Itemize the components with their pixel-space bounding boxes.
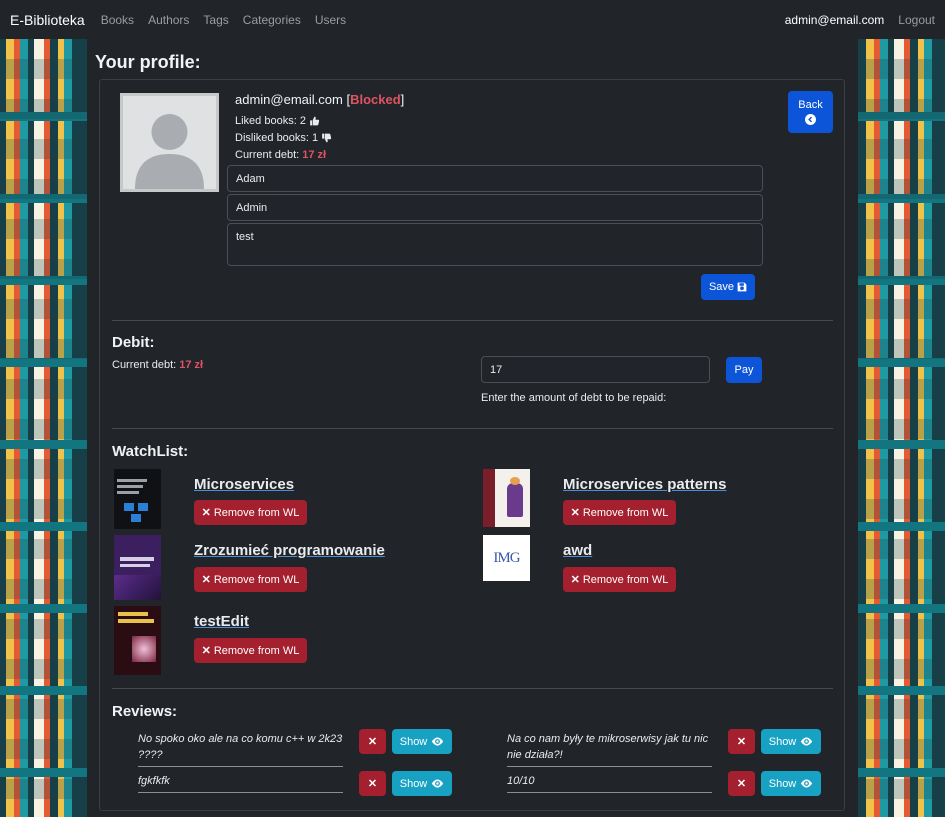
nav-tags[interactable]: Tags bbox=[203, 13, 228, 27]
floppy-disk-icon bbox=[737, 282, 747, 292]
thumbs-up-icon bbox=[310, 116, 320, 126]
nav-authors[interactable]: Authors bbox=[148, 13, 189, 27]
thumbs-down-icon bbox=[322, 133, 332, 143]
show-label: Show bbox=[399, 735, 428, 748]
status-badge: Blocked bbox=[350, 92, 401, 107]
book-cover-placeholder[interactable]: IMG bbox=[483, 535, 530, 581]
debit-current-label: Current debt: bbox=[112, 359, 177, 371]
show-review-button[interactable]: Show bbox=[392, 771, 452, 796]
nav-right: admin@email.com Logout bbox=[785, 13, 935, 27]
profile-debt: Current debt: 17 zł bbox=[235, 149, 326, 161]
delete-review-button[interactable]: ✕ bbox=[359, 771, 386, 796]
page-title: Your profile: bbox=[95, 52, 201, 72]
eye-icon bbox=[801, 737, 813, 746]
remove-from-wl-button[interactable]: ✕ Remove from WL bbox=[563, 500, 676, 525]
close-icon: ✕ bbox=[201, 507, 211, 519]
close-icon: ✕ bbox=[201, 645, 211, 657]
close-icon: ✕ bbox=[201, 574, 211, 586]
debit-title: Debit: bbox=[112, 334, 155, 351]
watchlist-item-title[interactable]: awd bbox=[563, 542, 592, 559]
logout-link[interactable]: Logout bbox=[898, 13, 935, 27]
debt-amount-input[interactable]: 17 bbox=[481, 356, 710, 383]
debit-current: Current debt: 17 zł bbox=[112, 359, 203, 371]
watchlist-title: WatchList: bbox=[112, 443, 189, 460]
nav-user-email[interactable]: admin@email.com bbox=[785, 13, 885, 27]
close-icon: ✕ bbox=[736, 736, 747, 748]
remove-label: Remove from WL bbox=[213, 644, 300, 657]
delete-review-button[interactable]: ✕ bbox=[359, 729, 386, 754]
watchlist-item-title[interactable]: testEdit bbox=[194, 613, 249, 630]
save-button-label: Save bbox=[708, 281, 735, 293]
remove-label: Remove from WL bbox=[213, 506, 300, 519]
back-button[interactable]: Back bbox=[788, 91, 833, 133]
review-text: 10/10 bbox=[507, 773, 712, 793]
book-cover-microservices[interactable] bbox=[114, 469, 161, 529]
review-text: fgkfkfk bbox=[138, 773, 343, 793]
divider-profile bbox=[112, 320, 833, 321]
remove-label: Remove from WL bbox=[213, 573, 300, 586]
remove-label: Remove from WL bbox=[582, 573, 669, 586]
divider-watchlist bbox=[112, 688, 833, 689]
show-label: Show bbox=[768, 735, 797, 748]
bio-textarea[interactable]: test bbox=[227, 223, 763, 266]
close-icon: ✕ bbox=[570, 507, 580, 519]
divider-debit bbox=[112, 428, 833, 429]
watchlist-item-title[interactable]: Microservices patterns bbox=[563, 476, 726, 493]
watchlist-item-title[interactable]: Zrozumieć programowanie bbox=[194, 542, 385, 559]
remove-from-wl-button[interactable]: ✕ Remove from WL bbox=[563, 567, 676, 592]
first-name-field[interactable]: Adam bbox=[227, 165, 763, 192]
status-bracket-close: ] bbox=[400, 92, 405, 107]
avatar bbox=[120, 93, 219, 192]
show-review-button[interactable]: Show bbox=[761, 729, 821, 754]
remove-from-wl-button[interactable]: ✕ Remove from WL bbox=[194, 567, 307, 592]
back-button-label: Back bbox=[798, 99, 823, 111]
book-cover-testedit[interactable] bbox=[114, 606, 161, 675]
book-cover-zrozumiec-programowanie[interactable] bbox=[114, 535, 161, 600]
save-button[interactable]: Save bbox=[701, 274, 755, 300]
debit-current-value: 17 zł bbox=[179, 359, 204, 371]
debt-hint: Enter the amount of debt to be repaid: bbox=[481, 392, 667, 404]
show-review-button[interactable]: Show bbox=[392, 729, 452, 754]
close-icon: ✕ bbox=[367, 778, 378, 790]
delete-review-button[interactable]: ✕ bbox=[728, 771, 755, 796]
disliked-books: Disliked books: 1 bbox=[235, 132, 332, 144]
watchlist-item-title[interactable]: Microservices bbox=[194, 476, 294, 493]
nav-books[interactable]: Books bbox=[101, 13, 134, 27]
remove-from-wl-button[interactable]: ✕ Remove from WL bbox=[194, 638, 307, 663]
nav-users[interactable]: Users bbox=[315, 13, 346, 27]
disliked-books-label: Disliked books: 1 bbox=[235, 132, 319, 144]
eye-icon bbox=[432, 779, 444, 788]
close-icon: ✕ bbox=[736, 778, 747, 790]
eye-icon bbox=[801, 779, 813, 788]
brand-link[interactable]: E-Biblioteka bbox=[10, 12, 85, 28]
liked-books-label: Liked books: 2 bbox=[235, 115, 306, 127]
navbar: E-Biblioteka Books Authors Tags Categori… bbox=[0, 0, 945, 39]
nav-categories[interactable]: Categories bbox=[243, 13, 301, 27]
review-text: Na co nam były te mikroserwisy jak tu ni… bbox=[507, 731, 712, 767]
img-placeholder-logo: IMG bbox=[493, 549, 520, 566]
profile-debt-label: Current debt: bbox=[235, 149, 300, 161]
close-icon: ✕ bbox=[367, 736, 378, 748]
show-label: Show bbox=[399, 777, 428, 790]
avatar-placeholder-icon bbox=[123, 96, 216, 189]
show-label: Show bbox=[768, 777, 797, 790]
close-icon: ✕ bbox=[570, 574, 580, 586]
delete-review-button[interactable]: ✕ bbox=[728, 729, 755, 754]
remove-label: Remove from WL bbox=[582, 506, 669, 519]
eye-icon bbox=[432, 737, 444, 746]
pay-button[interactable]: Pay bbox=[726, 357, 762, 383]
last-name-field[interactable]: Admin bbox=[227, 194, 763, 221]
profile-email-line: admin@email.com [Blocked] bbox=[235, 92, 404, 107]
profile-debt-value: 17 zł bbox=[302, 149, 327, 161]
reviews-title: Reviews: bbox=[112, 703, 178, 720]
chevron-left-circle-icon bbox=[805, 114, 816, 125]
review-text: No spoko oko ale na co komu c++ w 2k23 ?… bbox=[138, 731, 343, 767]
remove-from-wl-button[interactable]: ✕ Remove from WL bbox=[194, 500, 307, 525]
book-cover-microservices-patterns[interactable] bbox=[483, 469, 530, 527]
liked-books: Liked books: 2 bbox=[235, 115, 320, 127]
show-review-button[interactable]: Show bbox=[761, 771, 821, 796]
profile-email: admin@email.com bbox=[235, 92, 343, 107]
